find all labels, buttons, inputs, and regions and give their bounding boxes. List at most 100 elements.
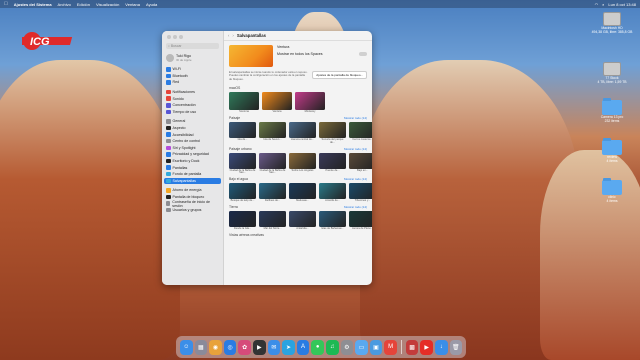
- user-account[interactable]: Tuki Rigo ID de Apple: [164, 52, 221, 64]
- settings-icon[interactable]: ⚙: [340, 339, 354, 355]
- close-button[interactable]: [167, 35, 171, 39]
- downloads-icon[interactable]: ↓: [434, 339, 448, 355]
- settings-category-icon: [166, 67, 171, 72]
- chrome-icon[interactable]: ◉: [209, 339, 222, 355]
- settings-category-icon: [166, 125, 171, 131]
- telegram-icon[interactable]: ➤: [282, 339, 295, 355]
- launchpad-icon[interactable]: ▦: [194, 339, 208, 355]
- screensaver-tile[interactable]: Islas de Bahamas...: [319, 211, 346, 231]
- show-all-button[interactable]: Mostrar todo (14): [344, 116, 367, 120]
- sidebar-item-bluetooth[interactable]: Bluetooth: [164, 73, 221, 80]
- wifi-status-icon[interactable]: ◠: [595, 2, 599, 7]
- desktop-icon-review[interactable]: review 4 ítems: [590, 138, 634, 163]
- screensaver-tile[interactable]: Aurora de Pleno...: [349, 211, 372, 231]
- tile-caption: Tiburones y...: [354, 199, 371, 203]
- tile-thumbnail: [259, 211, 286, 228]
- sidebar-item-contraseña-de-inicio-de-sesión[interactable]: Contraseña de inicio de sesión: [164, 200, 221, 208]
- apple-icon[interactable]: : [4, 1, 8, 7]
- menu-item-edit[interactable]: Edición: [77, 2, 90, 7]
- sidebar-item-concentración[interactable]: Concentración: [164, 102, 221, 109]
- screensaver-tile[interactable]: Isla de...: [229, 121, 256, 145]
- menu-clock[interactable]: Lun 8 oct 13:48: [608, 2, 636, 7]
- mail-icon[interactable]: ✉: [267, 339, 281, 355]
- screensaver-tile[interactable]: Mar del Norte...: [259, 211, 286, 231]
- youtube-icon[interactable]: ▶: [420, 339, 433, 355]
- sidebar-item-usuarios-y-grupos[interactable]: Usuarios y grupos: [164, 207, 221, 214]
- final-cut-icon[interactable]: ▶: [252, 339, 266, 355]
- sidebar-item-sonido[interactable]: Sonido: [164, 95, 221, 102]
- screensaver-tile[interactable]: Medusas...: [289, 183, 316, 203]
- lock-screen-settings-button[interactable]: Ajustes de la pantalla de bloqueo...: [312, 71, 367, 79]
- sidebar-list: Wi-Fi Bluetooth Red Notificaciones Sonido Con…: [164, 66, 221, 213]
- screensaver-tile[interactable]: Delfines de...: [259, 183, 286, 203]
- footer-section: Vistas aéreas creativas: [224, 231, 372, 239]
- search-status-icon[interactable]: ⌕: [602, 2, 604, 7]
- sidebar-item-centro-de-control[interactable]: Centro de control: [164, 138, 221, 145]
- desktop-icon-stock[interactable]: 77 Stock 4 TB, libre: 1,59 TB: [590, 62, 634, 84]
- safari-icon[interactable]: ◎: [223, 339, 237, 355]
- screensaver-tile[interactable]: Arrecife de...: [319, 183, 346, 203]
- section-header: Tierra Mostrar todo (14): [229, 205, 367, 209]
- sidebar-item-label: Fondo de pantalla: [172, 172, 202, 177]
- sidebar-item-accesibilidad[interactable]: Accesibilidad: [164, 131, 221, 138]
- sidebar-item-wi-fi[interactable]: Wi-Fi: [164, 66, 221, 73]
- show-all-spaces-toggle[interactable]: [359, 52, 367, 56]
- tile-caption: Medusas...: [296, 199, 309, 203]
- finder-icon[interactable]: ☺: [180, 339, 193, 355]
- screensaver-tile[interactable]: Ventura: [262, 92, 292, 114]
- screensaver-tile[interactable]: Puente de...: [319, 152, 346, 176]
- sidebar-item-salvapantallas[interactable]: Salvapantallas: [164, 177, 221, 185]
- screensaver-tile[interactable]: Bajo en...: [349, 152, 372, 176]
- sidebar-item-fondo-de-pantalla[interactable]: Fondo de pantalla: [164, 171, 221, 178]
- show-all-button[interactable]: Mostrar todo (14): [344, 177, 367, 181]
- sidebar-item-red[interactable]: Red: [164, 79, 221, 86]
- menu-item-help[interactable]: Ayuda: [146, 2, 157, 7]
- menu-item-view[interactable]: Visualización: [96, 2, 119, 7]
- sidebar-item-ahorro-de-energía[interactable]: Ahorro de energía: [164, 187, 221, 194]
- screensaver-tile[interactable]: Sonuria del parque de...: [319, 121, 346, 145]
- forward-button[interactable]: ›: [232, 33, 233, 38]
- sidebar-item-escritorio-y-dock[interactable]: Escritorio y Dock: [164, 158, 221, 165]
- finder-folder-icon[interactable]: ▭: [355, 339, 368, 355]
- screensaver-tile[interactable]: Cerros costeros...: [349, 121, 372, 145]
- messages-icon[interactable]: ●: [311, 339, 324, 355]
- gmail-icon[interactable]: M: [384, 339, 397, 355]
- menu-app-name[interactable]: Ajustes del Sistema: [14, 2, 52, 7]
- trash-icon[interactable]: 🗑: [449, 339, 463, 355]
- menu-item-window[interactable]: Ventana: [125, 2, 140, 7]
- menu-item-file[interactable]: Archivo: [58, 2, 71, 7]
- sidebar-item-aspecto[interactable]: Aspecto: [164, 125, 221, 132]
- screensaver-tile[interactable]: Llanura central de...: [289, 121, 316, 145]
- sidebar-item-siri-y-spotlight[interactable]: Siri y Spotlight: [164, 145, 221, 152]
- screensaver-tile[interactable]: Ciudad de la Bahía de San...: [229, 152, 256, 176]
- screensaver-tile[interactable]: Tiburones y...: [349, 183, 372, 203]
- sidebar-item-notificaciones[interactable]: Notificaciones: [164, 89, 221, 96]
- screensaver-tile[interactable]: Ciudad de la Bahía de San...: [259, 152, 286, 176]
- back-button[interactable]: ‹: [228, 33, 229, 38]
- search-input[interactable]: ⌕ Buscar: [166, 43, 219, 49]
- show-all-button[interactable]: Mostrar todo (14): [344, 205, 367, 209]
- photo-booth-icon[interactable]: ▩: [405, 339, 419, 355]
- minimize-button[interactable]: [173, 35, 177, 39]
- spotify-icon[interactable]: ♫: [325, 339, 339, 355]
- desktop-icon-macintosh-hd[interactable]: Macintosh HD 494,38 GB, libre: 385,8 GB: [590, 12, 634, 34]
- desktop-icon-camera[interactable]: Camera 13 pro 232 items: [590, 98, 634, 123]
- show-all-button[interactable]: Mostrar todo (14): [344, 147, 367, 151]
- sidebar-item-pantallas[interactable]: Pantallas: [164, 164, 221, 171]
- photos-icon[interactable]: ✿: [238, 339, 251, 355]
- screensaver-tile[interactable]: Desde la Isla...: [229, 211, 256, 231]
- sidebar-item-general[interactable]: General: [164, 118, 221, 125]
- app-store-icon[interactable]: A: [296, 339, 310, 355]
- screensaver-tile[interactable]: Sobre Los Ángeles: [289, 152, 316, 176]
- preview-icon[interactable]: ▣: [369, 339, 383, 355]
- screensaver-tile[interactable]: Isla de Seven...: [259, 121, 286, 145]
- screensaver-tile[interactable]: Bosque de kelp de...: [229, 183, 256, 203]
- screensaver-tile[interactable]: Antártida...: [289, 211, 316, 231]
- preview-thumbnail[interactable]: [229, 45, 273, 67]
- screensaver-tile[interactable]: Monterey: [295, 92, 325, 114]
- desktop-icon-clinic[interactable]: clinic 4 ítems: [590, 178, 634, 203]
- zoom-button[interactable]: [179, 35, 183, 39]
- screensaver-tile[interactable]: Sonoma: [229, 92, 259, 114]
- sidebar-item-tiempo-de-uso[interactable]: Tiempo de uso: [164, 109, 221, 116]
- sidebar-item-privacidad-y-seguridad[interactable]: Privacidad y seguridad: [164, 151, 221, 158]
